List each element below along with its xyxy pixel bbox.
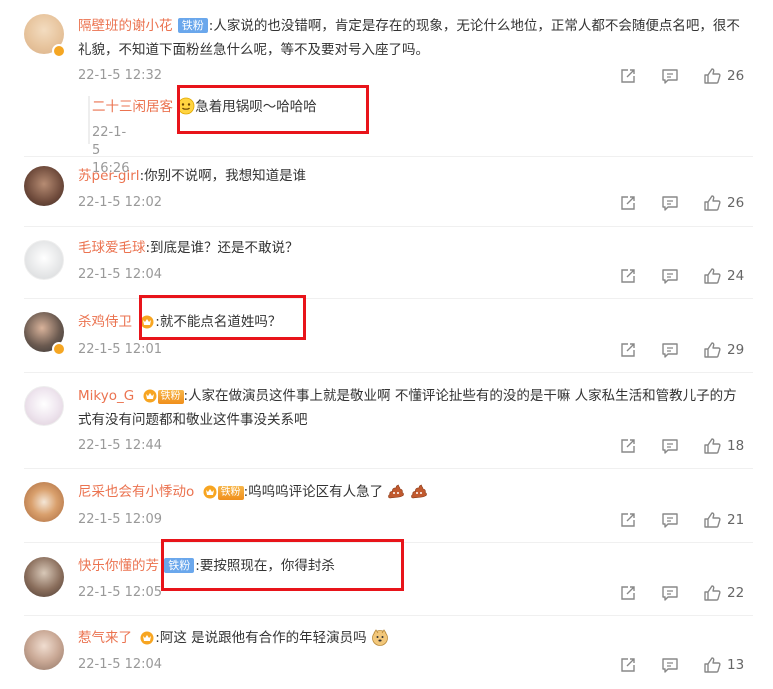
comment-time: 22-1-5 12:04 — [78, 657, 163, 672]
divider — [24, 468, 753, 469]
like-count: 21 — [727, 512, 745, 528]
vip-crown-icon — [142, 387, 158, 403]
reply-block: 二十三闲居客 急着甩锅呗～哈哈哈 22-1-5 16:26 — [88, 96, 317, 176]
comment-icon[interactable] — [661, 584, 679, 602]
comment-text: :到底是谁？还是不敢说？ — [145, 240, 299, 256]
comment-icon[interactable] — [661, 656, 679, 674]
poop-emoji-icon — [387, 482, 405, 500]
comment-time: 22-1-5 12:32 — [78, 68, 163, 83]
like-count: 18 — [727, 438, 745, 454]
highlight-box — [161, 539, 404, 591]
comment-actions: 26 — [619, 66, 745, 86]
like-icon[interactable] — [703, 267, 721, 285]
poop-emoji-icon — [410, 482, 428, 500]
comment-time: 22-1-5 12:05 — [78, 585, 163, 600]
username-link[interactable]: 苏per-girl — [78, 168, 140, 184]
verified-badge-icon — [52, 44, 66, 58]
comment-icon[interactable] — [661, 341, 679, 359]
comment-text: :你别不说啊，我想知道是谁 — [139, 168, 307, 184]
like-icon[interactable] — [703, 511, 721, 529]
like-count: 22 — [727, 585, 745, 601]
avatar[interactable] — [24, 240, 64, 280]
like-count: 13 — [727, 657, 745, 673]
share-icon[interactable] — [619, 267, 637, 285]
like-icon[interactable] — [703, 656, 721, 674]
comment-actions: 26 — [619, 193, 745, 213]
like-icon[interactable] — [703, 67, 721, 85]
comment-time: 22-1-5 12:04 — [78, 267, 163, 282]
reply-username-link[interactable]: 二十三闲居客 — [92, 99, 173, 115]
divider — [24, 372, 753, 373]
like-icon[interactable] — [703, 584, 721, 602]
comment-text: :呜呜呜评论区有人急了 — [243, 484, 384, 500]
avatar[interactable] — [24, 166, 64, 206]
divider — [24, 298, 753, 299]
comment-actions: 22 — [619, 583, 745, 603]
divider — [24, 156, 753, 157]
like-count: 29 — [727, 342, 745, 358]
avatar[interactable] — [24, 386, 64, 426]
like-icon[interactable] — [703, 194, 721, 212]
like-icon[interactable] — [703, 437, 721, 455]
comment-actions: 18 — [619, 436, 745, 456]
divider — [24, 615, 753, 616]
username-link[interactable]: 尼采也会有小悸动o — [78, 484, 194, 500]
comment-time: 22-1-5 12:44 — [78, 438, 163, 453]
fan-badge-gold: 铁粉 — [157, 390, 184, 404]
fan-badge: 铁粉 — [177, 18, 208, 33]
share-icon[interactable] — [619, 584, 637, 602]
share-icon[interactable] — [619, 194, 637, 212]
comment-actions: 13 — [619, 655, 745, 675]
like-count: 24 — [727, 268, 745, 284]
comment-time: 22-1-5 12:01 — [78, 342, 163, 357]
verified-badge-icon — [52, 342, 66, 356]
comment-icon[interactable] — [661, 267, 679, 285]
highlight-box — [139, 295, 306, 340]
share-icon[interactable] — [619, 437, 637, 455]
share-icon[interactable] — [619, 67, 637, 85]
username-link[interactable]: 惹气来了 — [78, 630, 132, 646]
comment-time: 22-1-5 12:09 — [78, 512, 163, 527]
comment-time: 22-1-5 12:02 — [78, 195, 163, 210]
comment-text: :阿这 是说跟他有合作的年轻演员吗 — [155, 630, 367, 646]
avatar[interactable] — [24, 630, 64, 670]
vip-crown-icon — [139, 629, 155, 645]
comment-icon[interactable] — [661, 511, 679, 529]
doge-emoji-icon — [371, 628, 389, 646]
like-count: 26 — [727, 68, 745, 84]
comment-actions: 24 — [619, 266, 745, 286]
comment-icon[interactable] — [661, 437, 679, 455]
vip-crown-icon — [202, 483, 218, 499]
avatar[interactable] — [24, 557, 64, 597]
like-count: 26 — [727, 195, 745, 211]
username-link[interactable]: 隔壁班的谢小花 — [78, 18, 173, 34]
comment-actions: 29 — [619, 340, 745, 360]
avatar[interactable] — [24, 482, 64, 522]
like-icon[interactable] — [703, 341, 721, 359]
comment-icon[interactable] — [661, 67, 679, 85]
comment-actions: 21 — [619, 510, 745, 530]
share-icon[interactable] — [619, 656, 637, 674]
username-link[interactable]: 杀鸡侍卫 — [78, 314, 132, 330]
share-icon[interactable] — [619, 511, 637, 529]
fan-badge-gold: 铁粉 — [217, 486, 244, 500]
username-link[interactable]: Mikyo_G — [78, 388, 134, 404]
highlight-box — [177, 85, 369, 134]
share-icon[interactable] — [619, 341, 637, 359]
comment-icon[interactable] — [661, 194, 679, 212]
divider — [24, 226, 753, 227]
username-link[interactable]: 毛球爱毛球 — [78, 240, 146, 256]
username-link[interactable]: 快乐你懂的芳 — [78, 558, 159, 574]
